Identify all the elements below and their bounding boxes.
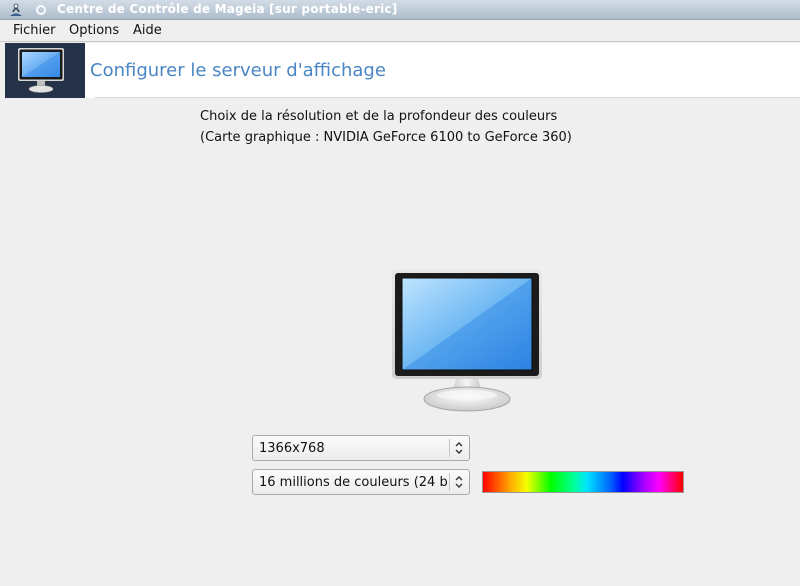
description-line-2: (Carte graphique : NVIDIA GeForce 6100 t… xyxy=(200,130,572,145)
menu-aide[interactable]: Aide xyxy=(133,23,162,38)
color-spectrum-preview xyxy=(482,471,684,493)
window-title: Centre de Contrôle de Mageia [sur portab… xyxy=(57,2,398,16)
header-logo xyxy=(5,43,85,98)
pin-icon[interactable] xyxy=(36,5,46,15)
menu-fichier[interactable]: Fichier xyxy=(13,23,56,38)
header-banner: Configurer le serveur d'affichage xyxy=(5,43,800,98)
menu-bar: Fichier Options Aide xyxy=(0,20,800,42)
resolution-select[interactable]: 1366x768 xyxy=(252,435,470,461)
menu-options[interactable]: Options xyxy=(69,23,119,38)
mageia-app-icon xyxy=(10,3,22,16)
title-bar[interactable]: Centre de Contrôle de Mageia [sur portab… xyxy=(0,0,800,20)
monitor-icon xyxy=(18,48,64,93)
description-line-1: Choix de la résolution et de la profonde… xyxy=(200,109,558,124)
updown-arrows-icon xyxy=(455,476,463,488)
resolution-value: 1366x768 xyxy=(259,441,325,456)
combo-separator xyxy=(449,439,450,457)
page-title: Configurer le serveur d'affichage xyxy=(90,60,386,81)
monitor-illustration-icon xyxy=(392,270,542,412)
app-window: Centre de Contrôle de Mageia [sur portab… xyxy=(0,0,800,586)
color-depth-value: 16 millions de couleurs (24 bits) xyxy=(259,475,447,490)
updown-arrows-icon xyxy=(455,442,463,454)
combo-separator xyxy=(449,473,450,491)
color-depth-select[interactable]: 16 millions de couleurs (24 bits) xyxy=(252,469,470,495)
